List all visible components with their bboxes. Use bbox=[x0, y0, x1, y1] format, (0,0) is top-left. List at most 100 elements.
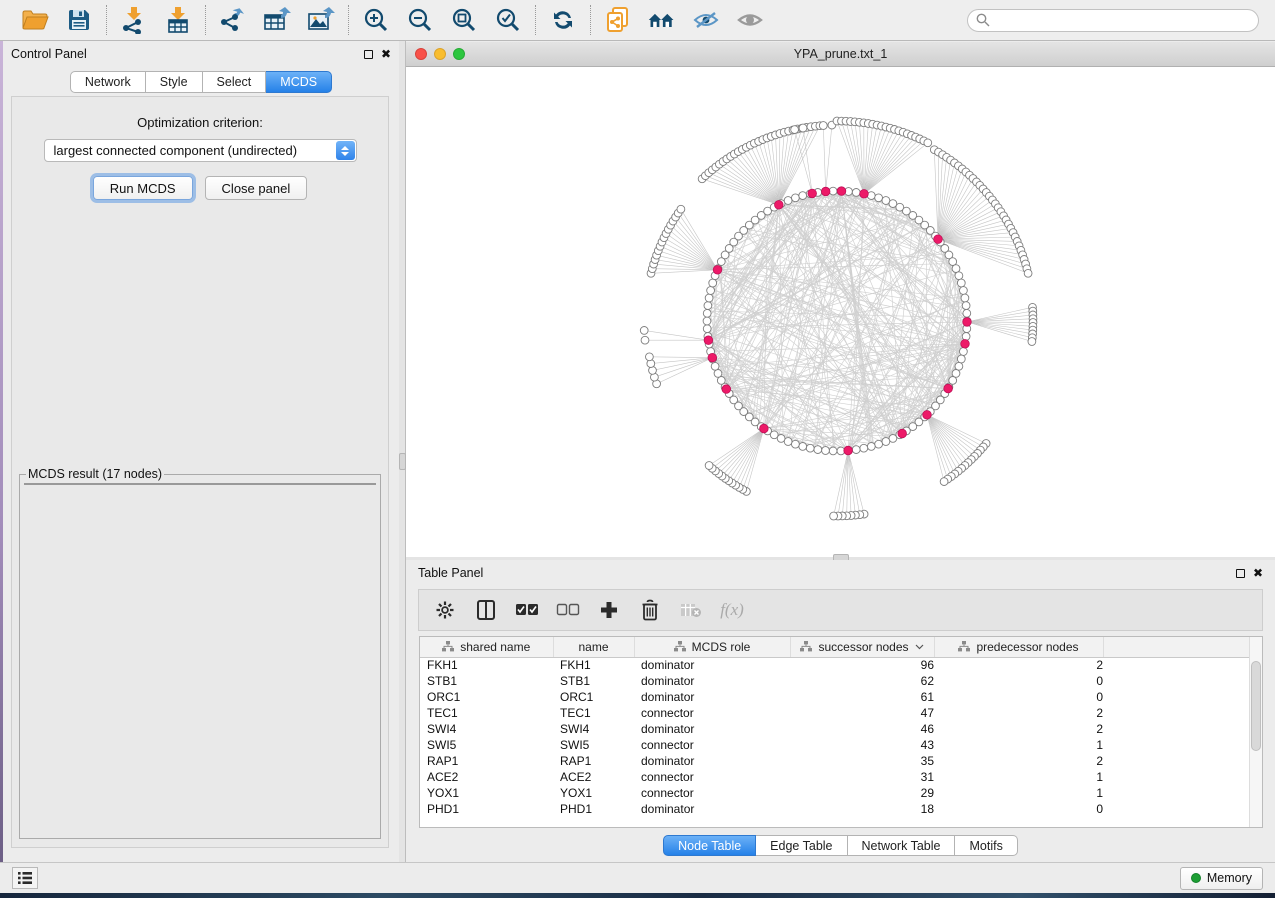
splitter-grip[interactable] bbox=[399, 453, 406, 470]
table-cell[interactable]: PHD1 bbox=[420, 801, 553, 817]
table-cell[interactable]: 1 bbox=[934, 769, 1103, 785]
table-row[interactable]: FKH1FKH1dominator962 bbox=[420, 657, 1262, 673]
zoom-selected-icon[interactable] bbox=[493, 6, 523, 34]
add-column-icon[interactable] bbox=[597, 598, 621, 622]
tab-edge-table[interactable]: Edge Table bbox=[756, 835, 847, 856]
select-all-checkboxes-icon[interactable] bbox=[515, 598, 539, 622]
table-cell[interactable]: 35 bbox=[790, 753, 934, 769]
table-cell[interactable]: ORC1 bbox=[420, 689, 553, 705]
column-header-MCDS-role[interactable]: MCDS role bbox=[634, 637, 790, 657]
table-cell[interactable]: TEC1 bbox=[420, 705, 553, 721]
table-row[interactable]: PHD1PHD1dominator180 bbox=[420, 801, 1262, 817]
first-neighbors-icon[interactable] bbox=[647, 6, 677, 34]
table-cell[interactable]: STB1 bbox=[420, 673, 553, 689]
table-cell[interactable]: 0 bbox=[934, 673, 1103, 689]
deselect-all-checkboxes-icon[interactable] bbox=[556, 598, 580, 622]
zoom-fit-icon[interactable] bbox=[449, 6, 479, 34]
vertical-splitter[interactable] bbox=[399, 41, 406, 862]
table-cell[interactable]: PHD1 bbox=[553, 801, 634, 817]
export-image-icon[interactable] bbox=[306, 6, 336, 34]
table-row[interactable]: TEC1TEC1connector472 bbox=[420, 705, 1262, 721]
table-cell[interactable]: YOX1 bbox=[420, 785, 553, 801]
memory-button[interactable]: Memory bbox=[1180, 867, 1263, 890]
function-builder-icon[interactable]: f(x) bbox=[720, 598, 744, 622]
table-cell[interactable]: 29 bbox=[790, 785, 934, 801]
table-cell[interactable]: 1 bbox=[934, 785, 1103, 801]
table-cell[interactable]: 31 bbox=[790, 769, 934, 785]
import-table-icon[interactable] bbox=[163, 6, 193, 34]
table-cell[interactable]: 0 bbox=[934, 689, 1103, 705]
column-browser-icon[interactable] bbox=[474, 598, 498, 622]
tab-network[interactable]: Network bbox=[70, 71, 146, 93]
table-cell[interactable]: ACE2 bbox=[553, 769, 634, 785]
table-cell[interactable]: connector bbox=[634, 737, 790, 753]
table-cell[interactable]: SWI4 bbox=[553, 721, 634, 737]
tab-node-table[interactable]: Node Table bbox=[663, 835, 756, 856]
table-cell[interactable]: connector bbox=[634, 769, 790, 785]
table-cell[interactable]: FKH1 bbox=[553, 657, 634, 673]
table-cell[interactable]: 47 bbox=[790, 705, 934, 721]
close-panel-button[interactable]: Close panel bbox=[205, 176, 308, 200]
refresh-icon[interactable] bbox=[548, 6, 578, 34]
table-row[interactable]: YOX1YOX1connector291 bbox=[420, 785, 1262, 801]
delete-column-trash-icon[interactable] bbox=[638, 598, 662, 622]
table-cell[interactable]: 2 bbox=[934, 657, 1103, 673]
table-scrollbar[interactable] bbox=[1249, 637, 1262, 827]
open-session-icon[interactable] bbox=[20, 6, 50, 34]
hide-panels-eye-icon[interactable] bbox=[691, 6, 721, 34]
clone-network-icon[interactable] bbox=[603, 6, 633, 34]
search-box[interactable] bbox=[967, 9, 1259, 32]
criterion-dropdown[interactable]: largest connected component (undirected) bbox=[44, 139, 357, 162]
table-cell[interactable]: 2 bbox=[934, 753, 1103, 769]
search-input[interactable] bbox=[995, 13, 1250, 27]
column-header-name[interactable]: name bbox=[553, 637, 634, 657]
table-cell[interactable]: connector bbox=[634, 785, 790, 801]
table-cell[interactable]: TEC1 bbox=[553, 705, 634, 721]
import-network-icon[interactable] bbox=[119, 6, 149, 34]
tab-select[interactable]: Select bbox=[203, 71, 267, 93]
table-cell[interactable]: FKH1 bbox=[420, 657, 553, 673]
table-cell[interactable]: dominator bbox=[634, 689, 790, 705]
task-history-button[interactable] bbox=[12, 867, 38, 889]
table-cell[interactable]: dominator bbox=[634, 753, 790, 769]
tab-motifs[interactable]: Motifs bbox=[955, 835, 1017, 856]
table-row[interactable]: SWI4SWI4dominator462 bbox=[420, 721, 1262, 737]
table-cell[interactable]: dominator bbox=[634, 721, 790, 737]
tab-style[interactable]: Style bbox=[146, 71, 203, 93]
save-session-icon[interactable] bbox=[64, 6, 94, 34]
close-panel-icon[interactable]: ✖ bbox=[381, 48, 391, 60]
table-cell[interactable]: 2 bbox=[934, 721, 1103, 737]
table-cell[interactable]: dominator bbox=[634, 673, 790, 689]
float-panel-icon[interactable] bbox=[1236, 569, 1245, 578]
table-cell[interactable]: connector bbox=[634, 705, 790, 721]
network-titlebar[interactable]: YPA_prune.txt_1 bbox=[406, 42, 1275, 67]
tab-network-table[interactable]: Network Table bbox=[848, 835, 956, 856]
table-row[interactable]: ORC1ORC1dominator610 bbox=[420, 689, 1262, 705]
table-cell[interactable]: ORC1 bbox=[553, 689, 634, 705]
table-cell[interactable]: 1 bbox=[934, 737, 1103, 753]
table-cell[interactable]: 61 bbox=[790, 689, 934, 705]
column-header-predecessor-nodes[interactable]: predecessor nodes bbox=[934, 637, 1103, 657]
table-cell[interactable]: SWI4 bbox=[420, 721, 553, 737]
zoom-out-icon[interactable] bbox=[405, 6, 435, 34]
tab-mcds[interactable]: MCDS bbox=[266, 71, 332, 93]
column-header-shared-name[interactable]: shared name bbox=[420, 637, 553, 657]
table-cell[interactable]: ACE2 bbox=[420, 769, 553, 785]
table-row[interactable]: SWI5SWI5connector431 bbox=[420, 737, 1262, 753]
run-mcds-button[interactable]: Run MCDS bbox=[93, 176, 193, 200]
table-cell[interactable]: 2 bbox=[934, 705, 1103, 721]
zoom-in-icon[interactable] bbox=[361, 6, 391, 34]
destroy-table-icon[interactable] bbox=[679, 598, 703, 622]
table-options-gear-icon[interactable] bbox=[433, 598, 457, 622]
table-row[interactable]: ACE2ACE2connector311 bbox=[420, 769, 1262, 785]
show-panels-eye-icon[interactable] bbox=[735, 6, 765, 34]
table-cell[interactable]: 18 bbox=[790, 801, 934, 817]
table-cell[interactable]: 96 bbox=[790, 657, 934, 673]
table-cell[interactable]: SWI5 bbox=[420, 737, 553, 753]
table-cell[interactable]: YOX1 bbox=[553, 785, 634, 801]
table-cell[interactable]: 43 bbox=[790, 737, 934, 753]
table-cell[interactable]: 62 bbox=[790, 673, 934, 689]
table-cell[interactable]: RAP1 bbox=[420, 753, 553, 769]
table-cell[interactable]: 0 bbox=[934, 801, 1103, 817]
table-row[interactable]: STB1STB1dominator620 bbox=[420, 673, 1262, 689]
